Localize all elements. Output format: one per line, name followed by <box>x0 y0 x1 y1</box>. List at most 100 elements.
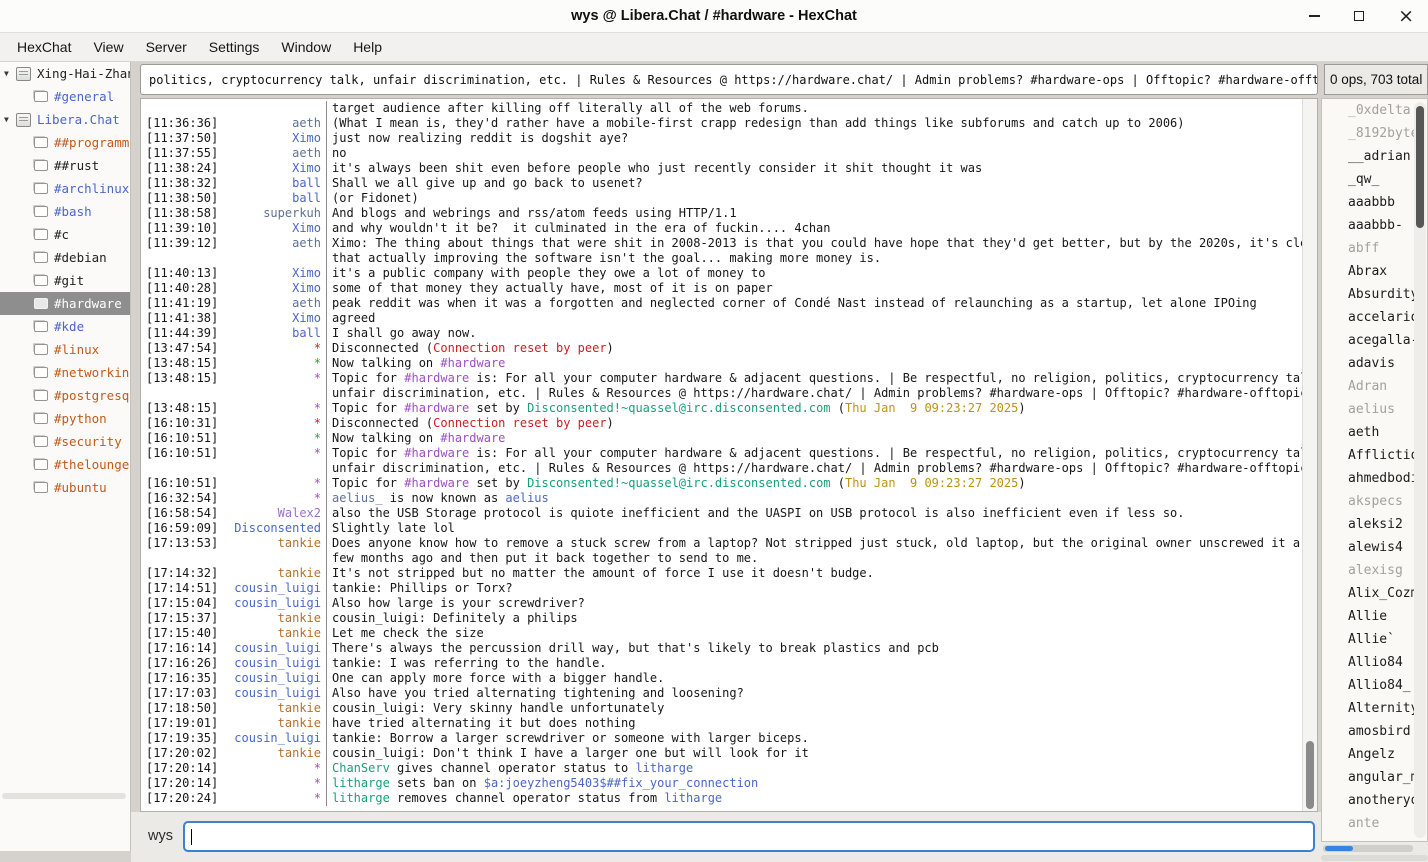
chat-line: [17:20:02]tankiecousin_luigi: Don't thin… <box>141 746 1303 761</box>
sidebar-item-ubuntu[interactable]: #ubuntu <box>0 476 130 499</box>
user-list-item[interactable]: aelius <box>1322 398 1427 421</box>
chat-line: [11:40:28]Ximosome of that money they ac… <box>141 281 1303 296</box>
topic-input[interactable]: politics, cryptocurrency talk, unfair di… <box>140 64 1318 95</box>
user-list-item[interactable]: Affliction <box>1322 444 1427 467</box>
user-list-item[interactable]: _8192byte <box>1322 122 1427 145</box>
user-list-item[interactable]: alexisg <box>1322 559 1427 582</box>
user-list-item[interactable]: Absurdity <box>1322 283 1427 306</box>
chat-line: [16:10:51]*Now talking on #hardware <box>141 431 1303 446</box>
chat-line: [17:15:37]tankiecousin_luigi: Definitely… <box>141 611 1303 626</box>
tree-horizontal-scrollbar[interactable] <box>2 793 126 799</box>
sidebar-item-debian[interactable]: #debian <box>0 246 130 269</box>
sidebar-item-rust[interactable]: ##rust <box>0 154 130 177</box>
user-list-item[interactable]: Abrax <box>1322 260 1427 283</box>
bottom-horizontal-scrollbar[interactable] <box>1321 855 1428 861</box>
chat-timestamp: [17:19:01] <box>141 716 223 731</box>
user-list-item[interactable]: aaabbb- <box>1322 214 1427 237</box>
text-caret <box>191 829 192 845</box>
message-input[interactable] <box>183 821 1315 852</box>
userlist-scrollbar-thumb[interactable] <box>1416 106 1424 228</box>
menu-item-window[interactable]: Window <box>270 35 342 59</box>
chat-timestamp: [17:16:35] <box>141 671 223 686</box>
userlist-scrollbar-track[interactable] <box>1414 102 1426 838</box>
chat-scrollbar-thumb[interactable] <box>1306 741 1314 809</box>
user-list-item[interactable]: Angelz <box>1322 743 1427 766</box>
user-list-item[interactable]: Alix_Cozm <box>1322 582 1427 605</box>
sidebar-item-networking[interactable]: #networking <box>0 361 130 384</box>
user-list-item[interactable]: abff <box>1322 237 1427 260</box>
user-list-item[interactable]: __adrian <box>1322 145 1427 168</box>
chat-line: [17:15:04]cousin_luigiAlso how large is … <box>141 596 1303 611</box>
sidebar-item-archlinux[interactable]: #archlinux <box>0 177 130 200</box>
chat-line: [17:16:26]cousin_luigitankie: I was refe… <box>141 656 1303 671</box>
user-list-item[interactable]: akspecs <box>1322 490 1427 513</box>
user-list-item[interactable]: _0xdelta <box>1322 99 1427 122</box>
chat-message: unfair discrimination, etc. | Rules & Re… <box>326 461 1303 476</box>
user-list-item[interactable]: amosbird <box>1322 720 1427 743</box>
sidebar-item-bash[interactable]: #bash <box>0 200 130 223</box>
chat-timestamp: [17:20:14] <box>141 761 223 776</box>
expander-icon[interactable]: ▼ <box>4 115 16 124</box>
sidebar-item-security[interactable]: #security <box>0 430 130 453</box>
user-list-item[interactable]: Allie <box>1322 605 1427 628</box>
userlist-horizontal-scrollbar-thumb[interactable] <box>1325 846 1353 851</box>
userlist-horizontal-scrollbar[interactable] <box>1323 845 1413 852</box>
menu-item-help[interactable]: Help <box>342 35 393 59</box>
chat-line: [17:15:40]tankieLet me check the size <box>141 626 1303 641</box>
menu-item-server[interactable]: Server <box>135 35 198 59</box>
channel-icon <box>34 160 48 171</box>
maximize-icon[interactable] <box>1354 11 1364 21</box>
user-list-item[interactable]: Adran <box>1322 375 1427 398</box>
chat-message: (What I mean is, they'd rather have a mo… <box>326 116 1303 131</box>
user-list-item[interactable]: Allie` <box>1322 628 1427 651</box>
tree-item-label: #general <box>54 89 114 104</box>
user-list-item[interactable]: _qw_ <box>1322 168 1427 191</box>
minimize-icon[interactable] <box>1309 15 1320 17</box>
menu-item-view[interactable]: View <box>82 35 134 59</box>
user-list-item[interactable]: aeth <box>1322 421 1427 444</box>
chat-nick: * <box>223 791 326 806</box>
tree-item-label: #ubuntu <box>54 480 107 495</box>
chat-scrollbar-track[interactable] <box>1302 99 1317 811</box>
user-list-item[interactable]: ante <box>1322 812 1427 835</box>
chat-nick: cousin_luigi <box>223 596 326 611</box>
sidebar-item-thelounge[interactable]: #thelounge <box>0 453 130 476</box>
sidebar-item-libera.chat[interactable]: ▼Libera.Chat <box>0 108 130 131</box>
sidebar-item-git[interactable]: #git <box>0 269 130 292</box>
chat-timestamp: [11:38:24] <box>141 161 223 176</box>
chat-nick: Walex2 <box>223 506 326 521</box>
chat-timestamp: [16:10:51] <box>141 446 223 461</box>
chat-message: it's always been shit even before people… <box>326 161 1303 176</box>
user-list-item[interactable]: acegalla- <box>1322 329 1427 352</box>
close-icon[interactable]: × <box>1398 11 1414 21</box>
user-list-item[interactable]: anotheryo <box>1322 789 1427 812</box>
menu-item-hexchat[interactable]: HexChat <box>6 35 82 59</box>
sidebar-item-python[interactable]: #python <box>0 407 130 430</box>
sidebar-item-hardware[interactable]: #hardware <box>0 292 130 315</box>
chat-timestamp: [16:10:51] <box>141 476 223 491</box>
user-list-item[interactable]: accelario <box>1322 306 1427 329</box>
user-list-item[interactable]: adavis <box>1322 352 1427 375</box>
user-list-item[interactable]: Alternity <box>1322 697 1427 720</box>
sidebar-item-general[interactable]: #general <box>0 85 130 108</box>
sidebar-item-postgresql[interactable]: #postgresql <box>0 384 130 407</box>
user-list-item[interactable]: alewis4 <box>1322 536 1427 559</box>
chat-line: that actually improving the software isn… <box>141 251 1303 266</box>
tree-item-label: #git <box>54 273 84 288</box>
chat-message: unfair discrimination, etc. | Rules & Re… <box>326 386 1303 401</box>
expander-icon[interactable]: ▼ <box>4 69 16 78</box>
sidebar-item-c[interactable]: #c <box>0 223 130 246</box>
user-list-item[interactable]: Allio84 <box>1322 651 1427 674</box>
user-list-item[interactable]: aleksi2 <box>1322 513 1427 536</box>
user-list-item[interactable]: angular_m <box>1322 766 1427 789</box>
user-list-item[interactable]: ahmedbodi <box>1322 467 1427 490</box>
sidebar-item-xing-hai-zhang[interactable]: ▼Xing-Hai-Zhang <box>0 62 130 85</box>
sidebar-item-kde[interactable]: #kde <box>0 315 130 338</box>
user-list-item[interactable]: aaabbb <box>1322 191 1427 214</box>
menu-bar: HexChatViewServerSettingsWindowHelp <box>0 33 1428 62</box>
chat-timestamp: [11:44:39] <box>141 326 223 341</box>
sidebar-item-linux[interactable]: #linux <box>0 338 130 361</box>
menu-item-settings[interactable]: Settings <box>198 35 271 59</box>
sidebar-item-programming[interactable]: ##programming <box>0 131 130 154</box>
user-list-item[interactable]: Allio84_ <box>1322 674 1427 697</box>
